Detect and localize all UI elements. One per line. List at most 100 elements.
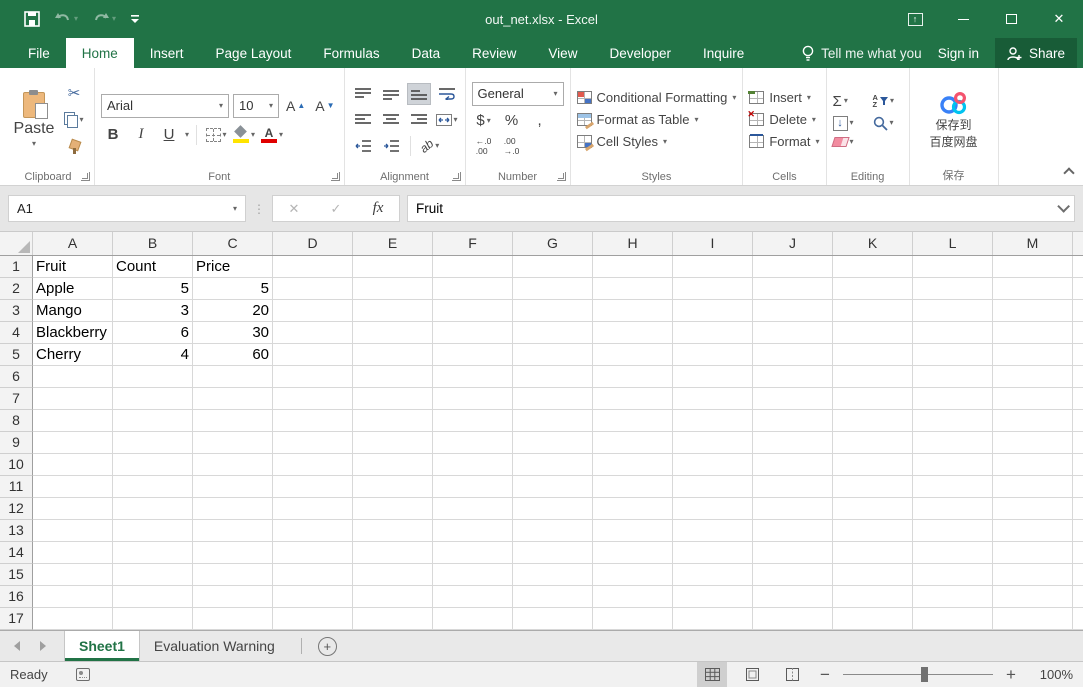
find-select-button[interactable] xyxy=(873,116,903,131)
column-header-I[interactable]: I xyxy=(673,232,753,255)
grow-font-button[interactable]: A▲ xyxy=(283,95,308,117)
cell-A14[interactable] xyxy=(33,542,113,564)
cell-I11[interactable] xyxy=(673,476,753,498)
cell-overflow-7[interactable] xyxy=(1073,388,1083,410)
sheet-tab-sheet1[interactable]: Sheet1 xyxy=(64,631,140,661)
tab-page-layout[interactable]: Page Layout xyxy=(200,38,308,68)
font-size-dropdown-icon[interactable] xyxy=(269,102,273,110)
align-top-button[interactable] xyxy=(351,83,375,105)
row-header-2[interactable]: 2 xyxy=(0,278,33,300)
increase-indent-button[interactable] xyxy=(379,135,403,157)
cell-A9[interactable] xyxy=(33,432,113,454)
row-header-13[interactable]: 13 xyxy=(0,520,33,542)
cell-J11[interactable] xyxy=(753,476,833,498)
cell-K1[interactable] xyxy=(833,256,913,278)
cell-C16[interactable] xyxy=(193,586,273,608)
cell-G9[interactable] xyxy=(513,432,593,454)
cell-G16[interactable] xyxy=(513,586,593,608)
cell-H10[interactable] xyxy=(593,454,673,476)
zoom-out-button[interactable]: − xyxy=(817,665,833,685)
cell-overflow-4[interactable] xyxy=(1073,322,1083,344)
cell-A6[interactable] xyxy=(33,366,113,388)
cell-A12[interactable] xyxy=(33,498,113,520)
sort-filter-button[interactable]: AZ xyxy=(873,94,903,109)
insert-cells-dropdown-icon[interactable] xyxy=(807,94,811,102)
cell-J12[interactable] xyxy=(753,498,833,520)
row-header-11[interactable]: 11 xyxy=(0,476,33,498)
align-bottom-button[interactable] xyxy=(407,83,431,105)
cell-F9[interactable] xyxy=(433,432,513,454)
cell-overflow-1[interactable] xyxy=(1073,256,1083,278)
clipboard-dialog-launcher[interactable] xyxy=(81,172,90,181)
cell-B17[interactable] xyxy=(113,608,193,630)
underline-dropdown-icon[interactable] xyxy=(185,131,189,139)
cell-overflow-3[interactable] xyxy=(1073,300,1083,322)
tab-insert[interactable]: Insert xyxy=(134,38,200,68)
cell-A11[interactable] xyxy=(33,476,113,498)
cell-M6[interactable] xyxy=(993,366,1073,388)
sign-in-button[interactable]: Sign in xyxy=(938,46,979,61)
cell-M15[interactable] xyxy=(993,564,1073,586)
cell-F14[interactable] xyxy=(433,542,513,564)
cell-overflow-5[interactable] xyxy=(1073,344,1083,366)
tab-inquire[interactable]: Inquire xyxy=(687,38,760,68)
maximize-button[interactable] xyxy=(987,0,1035,38)
cell-A7[interactable] xyxy=(33,388,113,410)
cell-G3[interactable] xyxy=(513,300,593,322)
select-all-button[interactable] xyxy=(0,232,33,255)
cell-B2[interactable]: 5 xyxy=(113,278,193,300)
row-header-17[interactable]: 17 xyxy=(0,608,33,630)
cell-K17[interactable] xyxy=(833,608,913,630)
cell-I16[interactable] xyxy=(673,586,753,608)
cell-D7[interactable] xyxy=(273,388,353,410)
customize-qat-button[interactable] xyxy=(126,6,144,32)
cell-K4[interactable] xyxy=(833,322,913,344)
row-header-10[interactable]: 10 xyxy=(0,454,33,476)
borders-dropdown-icon[interactable] xyxy=(223,131,227,139)
fill-button[interactable]: ↓ xyxy=(833,116,863,131)
cell-H9[interactable] xyxy=(593,432,673,454)
cell-H12[interactable] xyxy=(593,498,673,520)
cell-B6[interactable] xyxy=(113,366,193,388)
cell-M17[interactable] xyxy=(993,608,1073,630)
cell-H14[interactable] xyxy=(593,542,673,564)
cell-F10[interactable] xyxy=(433,454,513,476)
cell-overflow-2[interactable] xyxy=(1073,278,1083,300)
cell-K11[interactable] xyxy=(833,476,913,498)
page-break-view-button[interactable] xyxy=(777,662,807,687)
cell-overflow-16[interactable] xyxy=(1073,586,1083,608)
cell-G1[interactable] xyxy=(513,256,593,278)
cell-B3[interactable]: 3 xyxy=(113,300,193,322)
normal-view-button[interactable] xyxy=(697,662,727,687)
cell-A13[interactable] xyxy=(33,520,113,542)
merge-center-button[interactable] xyxy=(435,109,459,131)
cell-C5[interactable]: 60 xyxy=(193,344,273,366)
row-header-16[interactable]: 16 xyxy=(0,586,33,608)
row-header-15[interactable]: 15 xyxy=(0,564,33,586)
cell-B16[interactable] xyxy=(113,586,193,608)
cell-A15[interactable] xyxy=(33,564,113,586)
cell-L2[interactable] xyxy=(913,278,993,300)
delete-cells-button[interactable]: ✕Delete xyxy=(749,112,819,127)
row-header-9[interactable]: 9 xyxy=(0,432,33,454)
cell-K7[interactable] xyxy=(833,388,913,410)
cell-J8[interactable] xyxy=(753,410,833,432)
cell-I6[interactable] xyxy=(673,366,753,388)
cell-J14[interactable] xyxy=(753,542,833,564)
cell-D12[interactable] xyxy=(273,498,353,520)
cell-C1[interactable]: Price xyxy=(193,256,273,278)
conditional-formatting-button[interactable]: Conditional Formatting xyxy=(577,90,737,105)
cell-F4[interactable] xyxy=(433,322,513,344)
cell-L6[interactable] xyxy=(913,366,993,388)
row-header-14[interactable]: 14 xyxy=(0,542,33,564)
cell-I9[interactable] xyxy=(673,432,753,454)
cell-L12[interactable] xyxy=(913,498,993,520)
paste-button[interactable]: Paste xyxy=(8,72,60,167)
fill-color-dropdown-icon[interactable] xyxy=(251,131,255,139)
autosum-button[interactable]: Σ xyxy=(833,93,863,110)
cell-G4[interactable] xyxy=(513,322,593,344)
cell-B7[interactable] xyxy=(113,388,193,410)
cell-K15[interactable] xyxy=(833,564,913,586)
cell-E8[interactable] xyxy=(353,410,433,432)
underline-button[interactable]: U xyxy=(157,124,181,146)
